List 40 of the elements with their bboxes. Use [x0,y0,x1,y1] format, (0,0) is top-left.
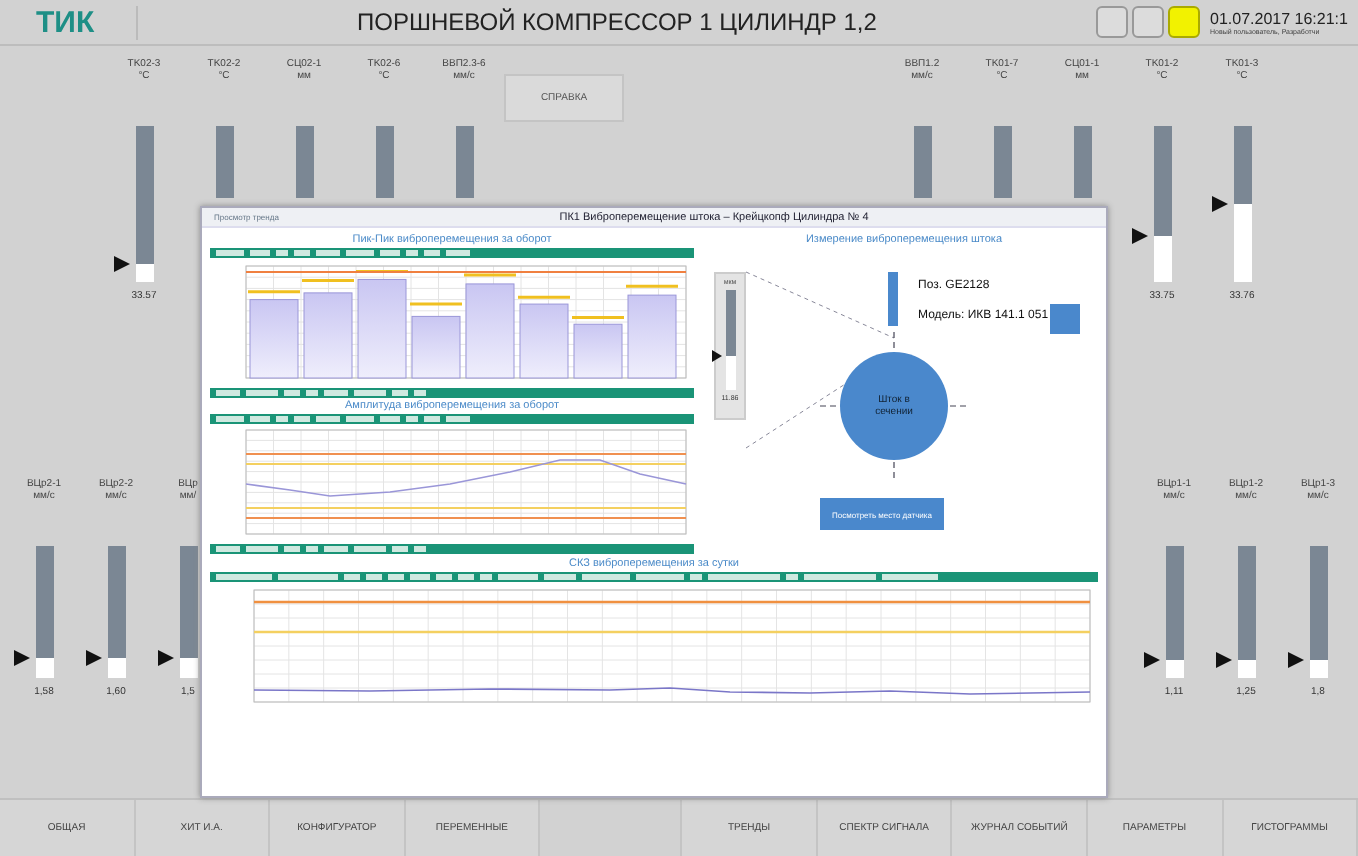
chart-bar [573,323,623,379]
pointer-icon [1211,196,1227,212]
gauge-bar [993,126,1011,198]
status-indicator[interactable] [1096,6,1128,38]
gauge-bar [1073,126,1091,198]
pointer-icon [1287,651,1303,668]
gauge-bar [375,126,393,198]
limit-mark [410,302,462,306]
gauge-bar [913,126,931,198]
limit-mark [518,295,570,299]
status-indicator[interactable] [1132,6,1164,38]
gauge-bar [215,126,233,198]
limit-mark [302,279,354,283]
chart-bar [627,294,677,379]
chart-bar [411,315,461,379]
pointer-icon [85,650,101,667]
limit-mark [248,290,300,294]
gauge-bar [295,126,313,198]
limit-mark [356,270,408,274]
pointer-icon [13,650,29,667]
pointer-icon [1131,227,1147,244]
chart-bar [465,283,515,379]
pointer-icon [113,255,129,272]
window-title: ПОРШНЕВОЙ КОМПРЕССОР 1 ЦИЛИНДР 1,2 [355,8,879,36]
pointer-icon [711,349,721,361]
chart-bar [519,303,569,379]
gauge-bar [455,126,473,198]
chart-bar [357,278,407,379]
limit-mark [626,284,678,288]
chart-bar [249,299,299,379]
limit-mark [464,273,516,277]
status-indicator[interactable] [1168,6,1200,38]
chart-bar [303,292,353,379]
limit-mark [572,316,624,319]
logo: ТИК [0,5,138,39]
pointer-icon [1215,651,1231,668]
date-time: 01.07.2017 16:21:1 [1210,9,1350,27]
sensor-probe [888,272,898,326]
pointer-icon [157,650,173,667]
pointer-icon [1143,652,1159,669]
